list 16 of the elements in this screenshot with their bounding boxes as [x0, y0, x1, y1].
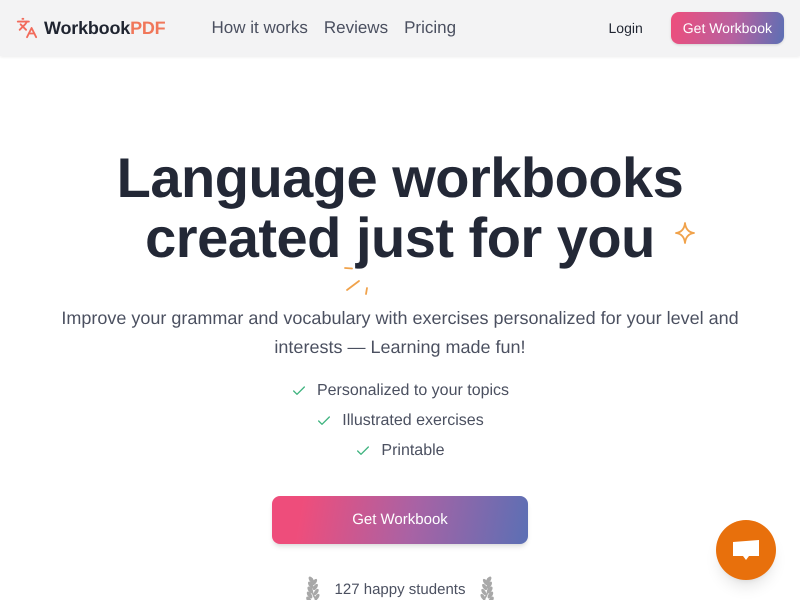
chat-bubble-icon: [732, 538, 760, 562]
feature-text: Printable: [381, 441, 445, 461]
logo-link[interactable]: WorkbookPDF: [44, 14, 166, 42]
social-proof-text: 127 happy students: [334, 580, 466, 600]
feature-text: Illustrated exercises: [342, 411, 484, 431]
hero-subtitle: Improve your grammar and vocabulary with exercises personalized for your level and interests — Learning made fun!: [60, 307, 740, 359]
nav-link[interactable]: Reviews: [324, 15, 388, 41]
nav-link[interactable]: Pricing: [404, 15, 456, 41]
hero-title: Language workbooks created just for you: [116, 148, 684, 268]
login-link[interactable]: Login: [608, 18, 643, 38]
get-workbook-button[interactable]: Get Workbook: [670, 12, 784, 44]
sparkle-icon: [675, 222, 696, 244]
feature-text: Personalized to your topics: [316, 381, 510, 401]
nav-link[interactable]: How it works: [211, 15, 308, 41]
translate-icon: [16, 17, 38, 39]
get-workbook-button[interactable]: Get Workbook: [272, 496, 528, 544]
